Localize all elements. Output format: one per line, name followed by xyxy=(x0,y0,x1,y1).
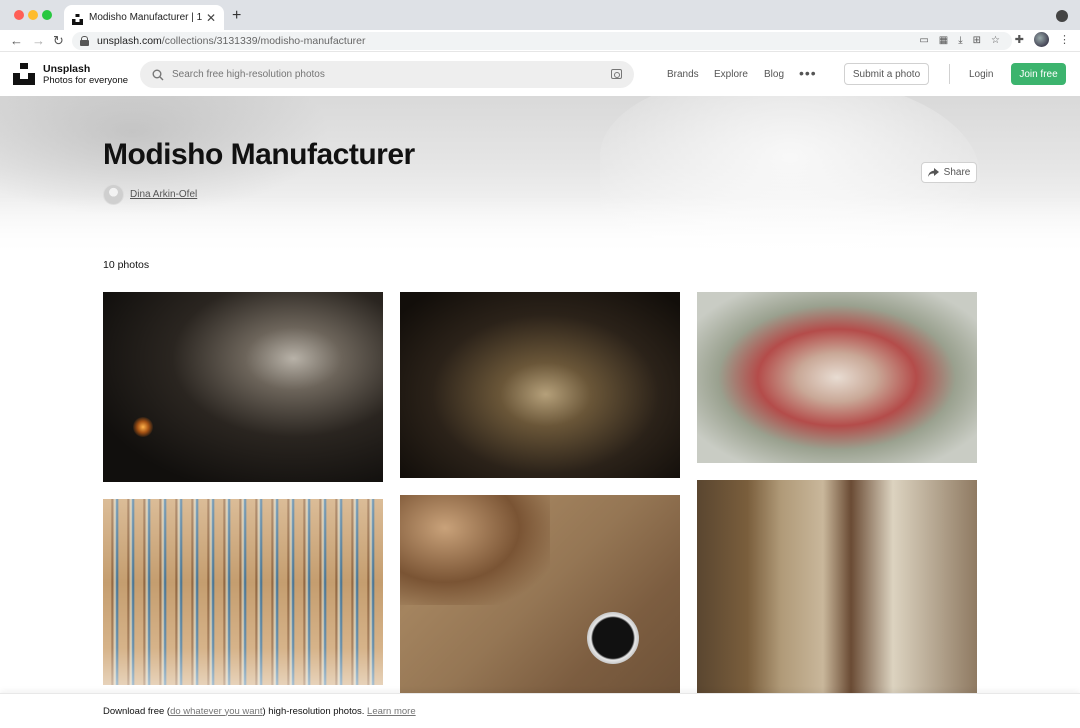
hero-fade xyxy=(0,196,1080,256)
site-header: Unsplash Photos for everyone Brands Expl… xyxy=(0,52,1080,96)
search-input[interactable] xyxy=(172,69,592,80)
browser-toolbar: ← → ↻ unsplash.com /collections/3131339/… xyxy=(0,30,1080,52)
brand-tagline: Photos for everyone xyxy=(43,75,129,86)
translate-icon[interactable]: ⊞ xyxy=(973,35,981,46)
login-link[interactable]: Login xyxy=(969,69,993,80)
tab-title: Modisho Manufacturer | 10 bes xyxy=(89,12,202,23)
header-divider xyxy=(949,64,950,84)
address-bar[interactable]: unsplash.com /collections/3131339/modish… xyxy=(72,32,1012,50)
photo-count: 10 photos xyxy=(103,259,150,271)
browser-tab[interactable]: Modisho Manufacturer | 10 bes ✕ xyxy=(64,5,224,30)
unsplash-logo-icon[interactable] xyxy=(13,63,35,85)
search-bar[interactable] xyxy=(140,61,634,88)
banner-text-middle: ) high-resolution photos. xyxy=(262,705,368,717)
photo-workshop-shelves[interactable] xyxy=(697,480,977,693)
share-button[interactable]: Share xyxy=(921,162,977,183)
search-icon[interactable] xyxy=(152,69,164,81)
more-icon[interactable]: ••• xyxy=(799,65,817,81)
nav-blog[interactable]: Blog xyxy=(764,69,784,80)
photo-workshop-anvil[interactable] xyxy=(400,292,680,478)
extensions-icon[interactable]: ✚ xyxy=(1015,33,1024,46)
browser-menu-icon[interactable]: ⋮ xyxy=(1059,33,1070,46)
collection-hero: Modisho Manufacturer Dina Arkin-Ofel Sha… xyxy=(0,96,1080,256)
reload-icon[interactable]: ↻ xyxy=(53,33,64,49)
tab-close-icon[interactable]: ✕ xyxy=(206,11,216,25)
window-minimize-icon[interactable] xyxy=(28,10,38,20)
visual-search-icon[interactable] xyxy=(611,69,622,79)
bookmark-star-icon[interactable]: ☆ xyxy=(991,35,1000,46)
photo-blacksmith-forge[interactable] xyxy=(103,292,383,482)
join-free-button[interactable]: Join free xyxy=(1011,63,1066,85)
submit-photo-button[interactable]: Submit a photo xyxy=(844,63,929,85)
license-link[interactable]: do whatever you want xyxy=(170,706,262,717)
nav-brands[interactable]: Brands xyxy=(667,69,699,80)
back-icon[interactable]: ← xyxy=(10,33,23,48)
browser-tab-bar: Modisho Manufacturer | 10 bes ✕ + xyxy=(0,0,1080,30)
profile-avatar[interactable] xyxy=(1034,32,1049,47)
brand-name: Unsplash xyxy=(43,63,91,75)
photo-woman-card[interactable] xyxy=(697,292,977,463)
page-title: Modisho Manufacturer xyxy=(103,138,415,171)
photo-tool-wall[interactable] xyxy=(103,499,383,685)
qr-code-icon[interactable]: ▦ xyxy=(939,35,948,46)
url-path: /collections/3131339/modisho-manufacture… xyxy=(161,35,366,47)
window-maximize-icon[interactable] xyxy=(42,10,52,20)
download-icon[interactable]: ⤓ xyxy=(958,35,962,46)
unsplash-favicon-icon xyxy=(72,12,83,25)
new-tab-icon[interactable]: + xyxy=(232,7,241,25)
share-label: Share xyxy=(943,167,971,178)
tab-search-icon[interactable] xyxy=(1056,10,1068,22)
window-close-icon[interactable] xyxy=(14,10,24,20)
author-link[interactable]: Dina Arkin-Ofel xyxy=(130,189,197,200)
learn-more-link[interactable]: Learn more xyxy=(367,706,416,717)
download-banner: Download free ( do whatever you want ) h… xyxy=(0,693,1080,728)
photo-wood-shavings-coffee[interactable] xyxy=(400,495,680,693)
share-arrow-icon xyxy=(927,168,939,177)
forward-icon[interactable]: → xyxy=(32,33,45,48)
banner-text-prefix: Download free ( xyxy=(103,705,171,717)
nav-explore[interactable]: Explore xyxy=(714,69,748,80)
avatar[interactable] xyxy=(103,184,124,205)
brand[interactable]: Unsplash Photos for everyone xyxy=(43,63,128,87)
lock-icon xyxy=(80,36,89,46)
cast-icon[interactable]: ▭ xyxy=(919,35,928,46)
url-host: unsplash.com xyxy=(97,35,162,47)
